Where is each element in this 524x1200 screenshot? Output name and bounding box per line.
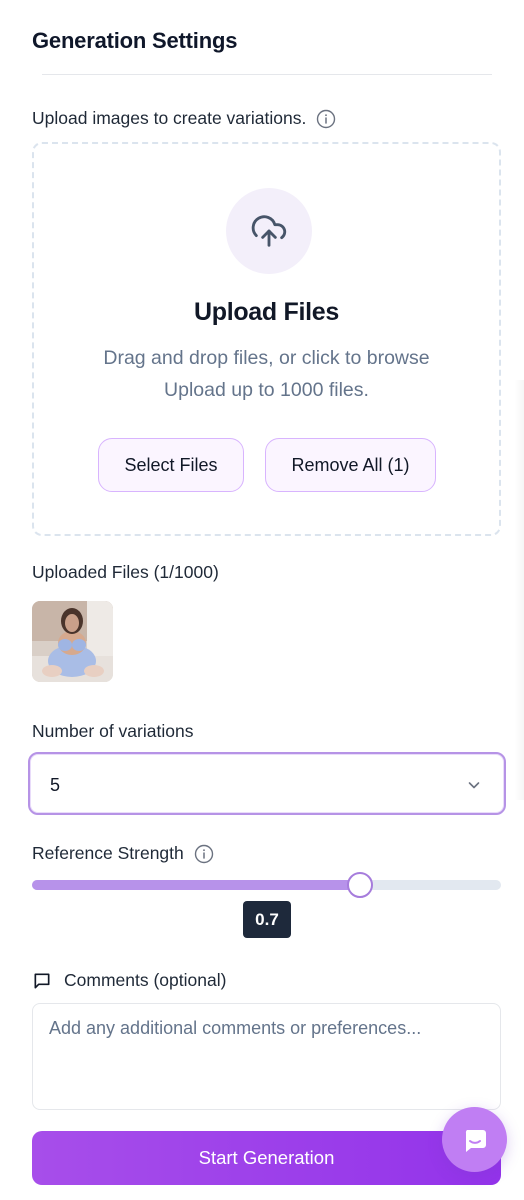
upload-label-text: Upload images to create variations. [32,108,307,128]
remove-all-button[interactable]: Remove All (1) [265,438,436,492]
slider-fill [32,880,360,890]
select-files-button[interactable]: Select Files [98,438,244,492]
slider-thumb[interactable] [347,872,373,898]
comments-label: Comments (optional) [32,970,226,991]
upload-instructions: Drag and drop files, or click to browse [103,347,430,369]
variations-select-value: 5 [50,775,61,795]
upload-limit-text: Upload up to 1000 files. [164,379,369,401]
strength-slider[interactable] [32,872,501,898]
edge-shadow [514,380,524,800]
strength-label-text: Reference Strength [32,843,184,863]
header-divider [42,74,492,75]
upload-title: Upload Files [193,298,340,326]
upload-section-label: Upload images to create variations. [32,108,336,129]
info-icon[interactable] [316,109,336,129]
strength-value-tooltip: 0.7 [243,901,291,938]
variations-select[interactable]: 5 [28,752,506,815]
info-icon[interactable] [194,844,214,864]
cloud-upload-icon [226,188,312,274]
chevron-down-icon [468,782,480,789]
variations-label: Number of variations [32,721,194,741]
upload-dropzone[interactable]: Upload Files Drag and drop files, or cli… [32,142,501,536]
strength-label: Reference Strength [32,843,214,864]
chat-widget-button[interactable] [442,1107,507,1172]
uploaded-image-thumbnail[interactable] [32,601,113,682]
chat-bubble-icon [465,1129,486,1152]
page-title: Generation Settings [32,28,238,53]
comments-textarea[interactable] [32,1003,501,1110]
start-generation-button[interactable]: Start Generation [32,1131,501,1185]
uploaded-files-label: Uploaded Files (1/1000) [32,562,219,582]
message-square-icon [32,971,52,991]
comments-label-text: Comments (optional) [64,970,227,990]
